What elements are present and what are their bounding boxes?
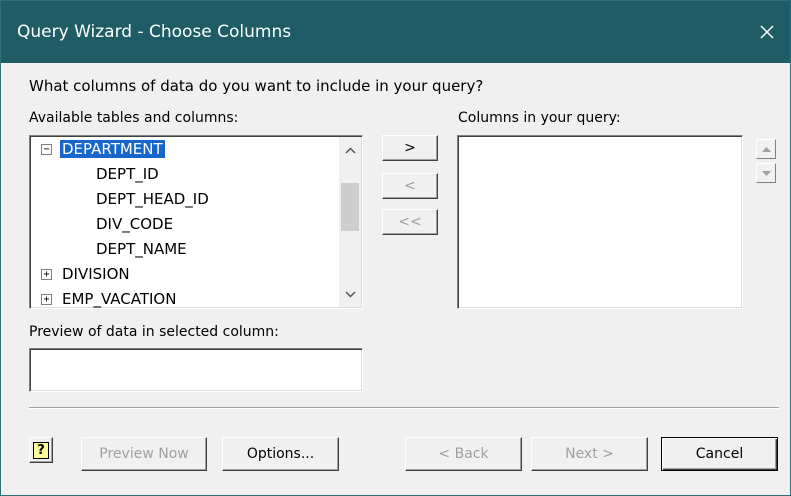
next-button[interactable]: Next > xyxy=(531,437,648,471)
move-up-button[interactable] xyxy=(756,139,776,159)
tree-item-div-code[interactable]: DIV_CODE xyxy=(94,213,175,235)
tree-item-label: DEPT_ID xyxy=(96,165,159,183)
triangle-down-icon xyxy=(761,170,771,176)
scroll-thumb[interactable] xyxy=(341,183,359,231)
preview-field[interactable] xyxy=(29,348,363,392)
collapse-icon[interactable]: − xyxy=(41,144,52,155)
cancel-button[interactable]: Cancel xyxy=(661,437,778,471)
help-icon: ? xyxy=(33,441,49,459)
preview-now-button[interactable]: Preview Now xyxy=(81,437,207,471)
tree-item-dept-id[interactable]: DEPT_ID xyxy=(94,163,161,185)
triangle-up-icon xyxy=(761,146,771,152)
query-wizard-window: Query Wizard - Choose Columns What colum… xyxy=(0,0,791,496)
back-button[interactable]: < Back xyxy=(405,437,522,471)
tree-item-label: DEPARTMENT xyxy=(60,140,165,158)
tree-item-label: DEPT_NAME xyxy=(96,240,187,258)
tree-item-emp-vacation[interactable]: + EMP_VACATION xyxy=(36,288,178,308)
expand-icon[interactable]: + xyxy=(41,294,52,305)
tree-item-dept-head-id[interactable]: DEPT_HEAD_ID xyxy=(94,188,211,210)
available-columns-tree[interactable]: − DEPARTMENT DEPT_ID DEPT_HEAD_ID DIV_CO… xyxy=(29,135,363,309)
query-columns-label: Columns in your query: xyxy=(458,110,621,126)
expand-icon[interactable]: + xyxy=(41,269,52,280)
tree-item-label: DEPT_HEAD_ID xyxy=(96,190,209,208)
preview-label: Preview of data in selected column: xyxy=(29,324,279,340)
dialog-content: What columns of data do you want to incl… xyxy=(1,63,790,495)
query-columns-list[interactable] xyxy=(457,135,743,309)
remove-all-columns-button[interactable]: << xyxy=(382,209,438,235)
scroll-down-arrow[interactable] xyxy=(339,283,361,305)
close-icon xyxy=(760,25,774,39)
tree-item-department[interactable]: − DEPARTMENT xyxy=(36,138,165,160)
window-title: Query Wizard - Choose Columns xyxy=(17,22,292,42)
tree-scrollbar[interactable] xyxy=(339,137,361,307)
scroll-up-arrow[interactable] xyxy=(339,139,361,161)
move-down-button[interactable] xyxy=(756,163,776,183)
separator xyxy=(29,407,779,409)
prompt-text: What columns of data do you want to incl… xyxy=(29,77,484,95)
chevron-down-icon xyxy=(345,291,355,297)
remove-column-button[interactable]: < xyxy=(382,173,438,199)
tree-item-division[interactable]: + DIVISION xyxy=(36,263,132,285)
help-button[interactable]: ? xyxy=(29,437,53,463)
close-button[interactable] xyxy=(750,15,784,49)
tree-item-dept-name[interactable]: DEPT_NAME xyxy=(94,238,189,260)
add-column-button[interactable]: > xyxy=(382,135,438,161)
chevron-up-icon xyxy=(345,147,355,153)
options-button[interactable]: Options... xyxy=(222,437,339,471)
tree-item-label: EMP_VACATION xyxy=(62,290,177,308)
tree-item-label: DIVISION xyxy=(62,265,130,283)
title-bar[interactable]: Query Wizard - Choose Columns xyxy=(1,1,790,63)
available-label: Available tables and columns: xyxy=(29,110,239,126)
tree-item-label: DIV_CODE xyxy=(96,215,174,233)
